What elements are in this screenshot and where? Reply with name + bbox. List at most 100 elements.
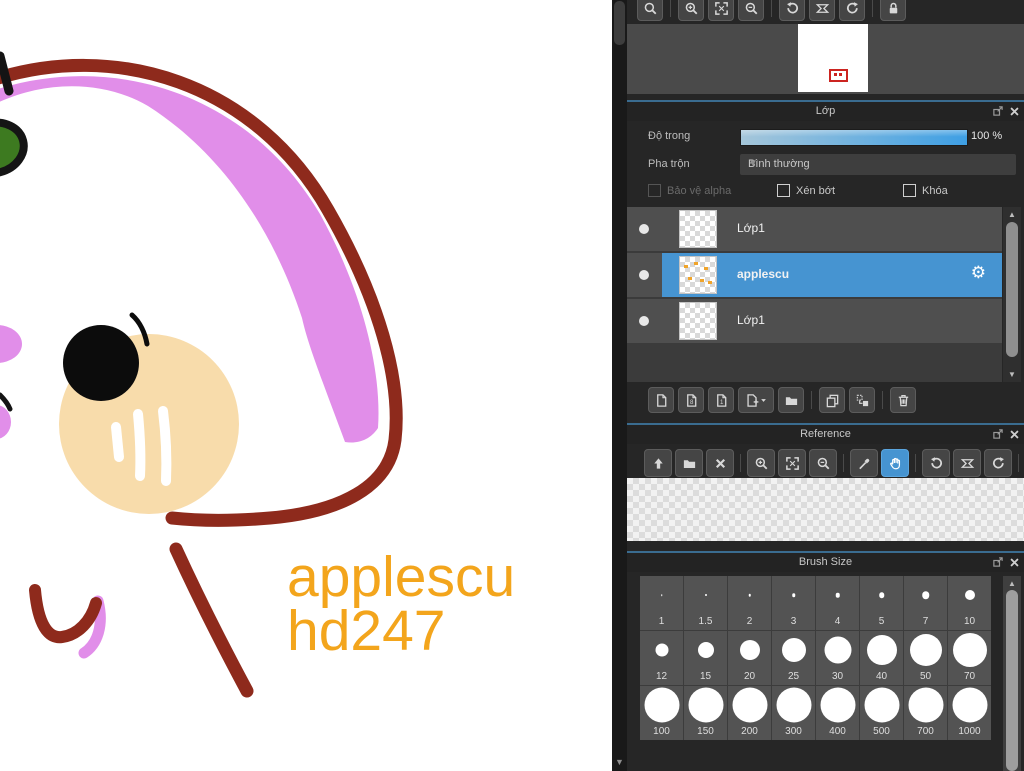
lock-button[interactable]: [880, 0, 906, 21]
merge-layer-button[interactable]: [849, 387, 875, 413]
rotate-ccw-button[interactable]: [779, 0, 805, 21]
scroll-down-arrow-icon[interactable]: ▼: [612, 757, 627, 767]
rotate-ccw-button[interactable]: [922, 449, 950, 477]
brush-size-700[interactable]: 700: [904, 686, 947, 740]
brush-size-25[interactable]: 25: [772, 631, 815, 685]
hand-button[interactable]: [881, 449, 909, 477]
navigator-canvas-thumbnail[interactable]: [798, 24, 868, 92]
fit-screen-button[interactable]: [708, 0, 734, 21]
layer-thumbnail[interactable]: [679, 302, 717, 340]
scroll-down-icon[interactable]: ▼: [1003, 370, 1021, 379]
main-scrollbar-thumb[interactable]: [614, 1, 625, 45]
close-icon[interactable]: [1009, 106, 1020, 117]
brush-size-500[interactable]: 500: [860, 686, 903, 740]
add-layer-menu-button[interactable]: [738, 387, 774, 413]
zoom-reset-button[interactable]: [637, 0, 663, 21]
brush-size-300[interactable]: 300: [772, 686, 815, 740]
navigator-preview[interactable]: [627, 24, 1024, 94]
brush-size-400[interactable]: 400: [816, 686, 859, 740]
rotate-cw-icon: [991, 456, 1006, 471]
popout-icon[interactable]: [992, 105, 1004, 117]
brush-size-1.5[interactable]: 1.5: [684, 576, 727, 630]
brush-size-2[interactable]: 2: [728, 576, 771, 630]
brush-size-15[interactable]: 15: [684, 631, 727, 685]
gear-icon[interactable]: ⚙: [971, 263, 986, 283]
brush-size-4[interactable]: 4: [816, 576, 859, 630]
brush-size-1[interactable]: 1: [640, 576, 683, 630]
opacity-slider[interactable]: [740, 129, 968, 146]
rotate-reset-button[interactable]: [809, 0, 835, 21]
duplicate-layer-button[interactable]: [819, 387, 845, 413]
navigator-toolbar: [637, 0, 906, 21]
toolbar-separator: [915, 454, 916, 472]
brush-size-150[interactable]: 150: [684, 686, 727, 740]
popout-icon[interactable]: [992, 428, 1004, 440]
scroll-up-icon[interactable]: ▲: [1003, 210, 1021, 219]
close-icon[interactable]: [1009, 557, 1020, 568]
brush-size-5[interactable]: 5: [860, 576, 903, 630]
rotate-cw-button[interactable]: [839, 0, 865, 21]
brush-scrollbar[interactable]: ▲: [1003, 576, 1021, 771]
main-vertical-scrollbar[interactable]: ▼: [612, 0, 627, 771]
new-1bit-layer-button[interactable]: 1: [708, 387, 734, 413]
brush-size-12[interactable]: 12: [640, 631, 683, 685]
zoom-out-button[interactable]: [738, 0, 764, 21]
brush-size-3[interactable]: 3: [772, 576, 815, 630]
checkbox-bảo-vệ-alpha: Bảo vệ alpha: [648, 184, 731, 197]
brush-dot: [909, 634, 942, 666]
brush-dot: [921, 591, 930, 599]
zoom-in-button[interactable]: [678, 0, 704, 21]
layer-thumbnail[interactable]: [679, 210, 717, 248]
checkbox-khóa[interactable]: Khóa: [903, 184, 948, 197]
new-layer-button[interactable]: [648, 387, 674, 413]
brush-size-label: 10: [963, 616, 976, 627]
clear-button[interactable]: [706, 449, 734, 477]
leaf-shape: [0, 118, 28, 178]
toolbar-separator: [740, 454, 741, 472]
brush-scrollbar-thumb[interactable]: [1006, 590, 1018, 771]
navigator-view-rect[interactable]: [829, 69, 848, 82]
zoom-out-button[interactable]: [809, 449, 837, 477]
delete-layer-button[interactable]: [890, 387, 916, 413]
layer-thumbnail[interactable]: [679, 256, 717, 294]
brush-size-label: 4: [834, 616, 841, 627]
layer-list-scrollbar[interactable]: ▲ ▼: [1003, 207, 1021, 382]
import-image-button[interactable]: [644, 449, 672, 477]
layer-row[interactable]: Lớp1: [627, 299, 1002, 343]
reference-preview-area[interactable]: [627, 478, 1024, 541]
open-folder-button[interactable]: [675, 449, 703, 477]
rotate-ccw-icon: [929, 456, 944, 471]
brush-size-200[interactable]: 200: [728, 686, 771, 740]
checkbox-xén-bớt[interactable]: Xén bớt: [777, 184, 835, 197]
zoom-in-button[interactable]: [747, 449, 775, 477]
scroll-up-icon[interactable]: ▲: [1003, 579, 1021, 588]
brush-size-1000[interactable]: 1000: [948, 686, 991, 740]
eyedropper-button[interactable]: [850, 449, 878, 477]
layer-row[interactable]: Lớp1: [627, 207, 1002, 251]
fit-screen-button[interactable]: [778, 449, 806, 477]
brush-size-40[interactable]: 40: [860, 631, 903, 685]
reference-toolbar: [644, 449, 1024, 477]
close-icon[interactable]: [1009, 429, 1020, 440]
new-folder-button[interactable]: [778, 387, 804, 413]
new-8bit-layer-button[interactable]: 8: [678, 387, 704, 413]
layer-row[interactable]: applescu ⚙: [627, 253, 1002, 297]
brush-size-100[interactable]: 100: [640, 686, 683, 740]
fit-screen-icon: [714, 1, 729, 16]
brush-size-20[interactable]: 20: [728, 631, 771, 685]
brush-size-50[interactable]: 50: [904, 631, 947, 685]
brush-size-10[interactable]: 10: [948, 576, 991, 630]
layer-scrollbar-thumb[interactable]: [1006, 222, 1018, 357]
blend-mode-select[interactable]: Bình thường ▼: [740, 154, 1016, 175]
rotate-reset-button[interactable]: [953, 449, 981, 477]
brush-size-30[interactable]: 30: [816, 631, 859, 685]
layer-visibility-dot[interactable]: [639, 316, 649, 326]
violet-blob-upper: [0, 325, 22, 363]
layer-visibility-dot[interactable]: [639, 224, 649, 234]
brush-size-7[interactable]: 7: [904, 576, 947, 630]
rotate-cw-button[interactable]: [984, 449, 1012, 477]
layer-visibility-dot[interactable]: [639, 270, 649, 280]
canvas-artwork[interactable]: applescu hd247: [0, 0, 612, 771]
brush-size-70[interactable]: 70: [948, 631, 991, 685]
popout-icon[interactable]: [992, 556, 1004, 568]
